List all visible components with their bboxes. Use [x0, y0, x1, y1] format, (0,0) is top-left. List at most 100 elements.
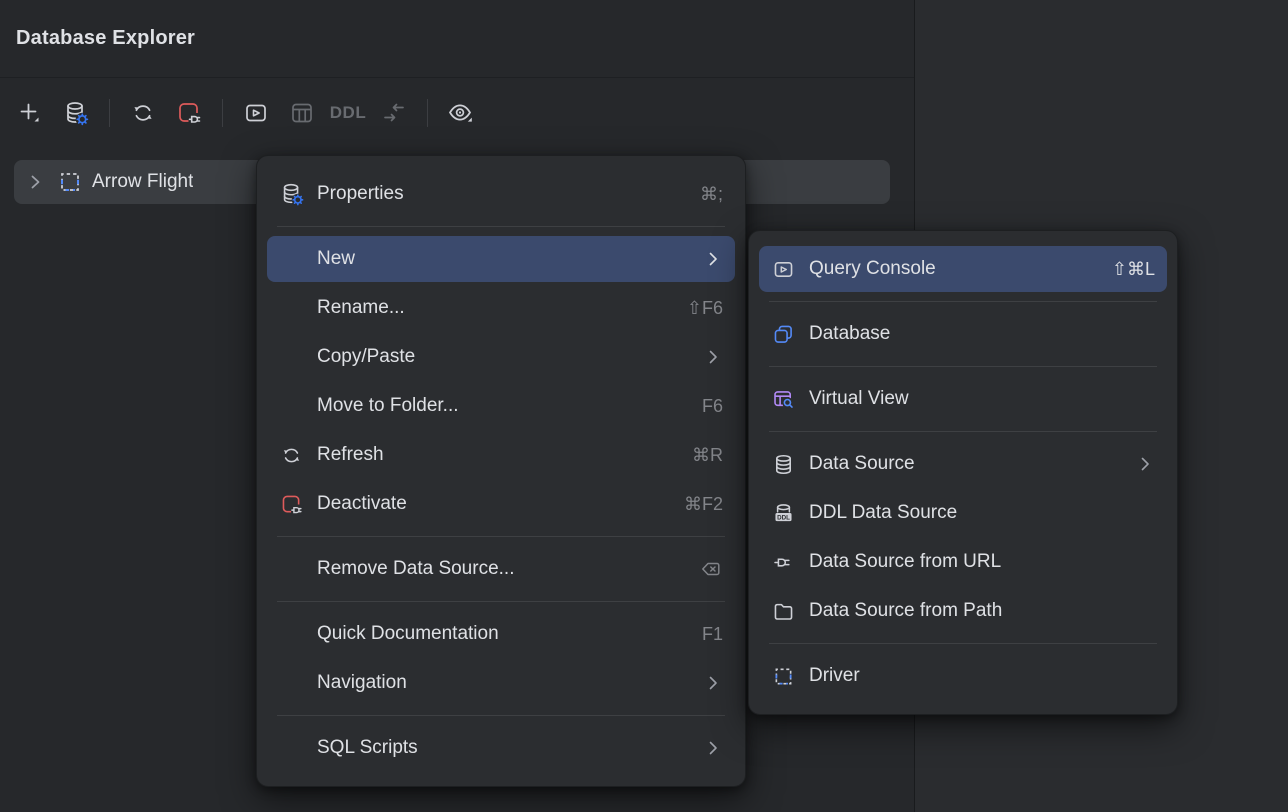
menu-item-label: Remove Data Source...: [317, 558, 691, 580]
menu-shortcut: ⌘R: [692, 445, 723, 466]
delete-forward-icon: [699, 557, 723, 581]
submenu-arrow-icon: [703, 249, 723, 269]
menu-item-label: Move to Folder...: [317, 395, 694, 417]
refresh-button[interactable]: [123, 95, 163, 131]
table-icon: [288, 99, 316, 127]
plus-dropdown-icon: [17, 100, 43, 126]
submenu-item-data-source-from-url[interactable]: Data Source from URL: [759, 539, 1167, 585]
menu-item-properties[interactable]: Properties ⌘;: [267, 171, 735, 217]
deactivate-icon: [175, 99, 203, 127]
menu-shortcut: ⌘F2: [684, 494, 723, 515]
database-gear-icon: [62, 99, 90, 127]
menu-shortcut: ⌘;: [700, 184, 723, 205]
menu-shortcut: ⇧⌘L: [1112, 259, 1155, 280]
menu-item-navigation[interactable]: Navigation: [267, 660, 735, 706]
driver-icon: [56, 168, 84, 196]
menu-shortcut: F1: [702, 624, 723, 645]
refresh-icon: [279, 443, 309, 467]
menu-item-label: SQL Scripts: [317, 737, 695, 759]
menu-item-refresh[interactable]: Refresh ⌘R: [267, 432, 735, 478]
submenu-item-driver[interactable]: Driver: [759, 653, 1167, 699]
deactivate-button[interactable]: [169, 95, 209, 131]
menu-item-label: Data Source from Path: [809, 600, 1155, 622]
menu-separator: [277, 536, 725, 537]
submenu-item-query-console[interactable]: Query Console ⇧⌘L: [759, 246, 1167, 292]
menu-separator: [769, 431, 1157, 432]
menu-separator: [277, 226, 725, 227]
deactivate-icon: [279, 492, 309, 516]
driver-icon: [771, 664, 801, 688]
menu-item-label: Navigation: [317, 672, 695, 694]
plug-icon: [771, 550, 801, 574]
submenu-item-data-source[interactable]: Data Source: [759, 441, 1167, 487]
menu-item-remove-data-source[interactable]: Remove Data Source...: [267, 546, 735, 592]
submenu-item-data-source-from-path[interactable]: Data Source from Path: [759, 588, 1167, 634]
ddl-data-source-icon: DDL: [771, 501, 801, 525]
menu-item-label: Properties: [317, 183, 692, 205]
menu-item-label: Query Console: [809, 258, 1104, 280]
svg-text:DDL: DDL: [777, 514, 790, 521]
tree-item-label: Arrow Flight: [92, 171, 193, 193]
submenu-item-virtual-view[interactable]: Virtual View: [759, 376, 1167, 422]
menu-separator: [277, 601, 725, 602]
swap-arrows-icon: [380, 99, 408, 127]
refresh-icon: [129, 99, 157, 127]
menu-separator: [277, 715, 725, 716]
menu-item-sql-scripts[interactable]: SQL Scripts: [267, 725, 735, 771]
menu-item-label: New: [317, 248, 695, 270]
menu-item-rename[interactable]: Rename... ⇧F6: [267, 285, 735, 331]
menu-item-label: Virtual View: [809, 388, 1155, 410]
query-console-icon: [242, 99, 270, 127]
eye-dropdown-icon: [446, 99, 476, 127]
data-source-properties-button[interactable]: [56, 95, 96, 131]
submenu-arrow-icon: [1135, 454, 1155, 474]
submenu-arrow-icon: [703, 738, 723, 758]
menu-item-label: Driver: [809, 665, 1155, 687]
menu-item-label: Refresh: [317, 444, 684, 466]
menu-shortcut: F6: [702, 396, 723, 417]
query-console-icon: [771, 257, 801, 281]
menu-item-label: Data Source from URL: [809, 551, 1155, 573]
ddl-text-icon: DDL: [330, 103, 366, 123]
menu-item-new[interactable]: New: [267, 236, 735, 282]
context-menu: Properties ⌘; New Rename... ⇧F6 Copy/Pas…: [256, 155, 746, 787]
menu-item-label: Database: [809, 323, 1155, 345]
menu-item-label: Quick Documentation: [317, 623, 694, 645]
toolbar-separator: [222, 99, 223, 127]
toolbar: DDL: [0, 78, 914, 148]
menu-item-copy-paste[interactable]: Copy/Paste: [267, 334, 735, 380]
menu-separator: [769, 301, 1157, 302]
compare-ddl-button: [374, 95, 414, 131]
submenu-item-database[interactable]: Database: [759, 311, 1167, 357]
submenu-item-ddl-data-source[interactable]: DDL DDL Data Source: [759, 490, 1167, 536]
menu-item-label: Data Source: [809, 453, 1127, 475]
page-title: Database Explorer: [16, 27, 195, 50]
menu-item-quick-documentation[interactable]: Quick Documentation F1: [267, 611, 735, 657]
virtual-view-icon: [771, 387, 801, 411]
new-submenu: Query Console ⇧⌘L Database Virtual View: [748, 230, 1178, 715]
toolbar-separator: [427, 99, 428, 127]
add-button[interactable]: [10, 95, 50, 131]
menu-separator: [769, 643, 1157, 644]
toolbar-separator: [109, 99, 110, 127]
generate-ddl-button: DDL: [328, 95, 368, 131]
database-icon: [771, 322, 801, 346]
open-table-button: [282, 95, 322, 131]
menu-item-label: Deactivate: [317, 493, 676, 515]
tool-window-header: Database Explorer: [0, 0, 914, 78]
menu-item-label: Copy/Paste: [317, 346, 695, 368]
menu-item-label: DDL Data Source: [809, 502, 1155, 524]
menu-item-deactivate[interactable]: Deactivate ⌘F2: [267, 481, 735, 527]
data-source-icon: [771, 452, 801, 476]
folder-icon: [771, 599, 801, 623]
jump-to-query-console-button[interactable]: [236, 95, 276, 131]
chevron-right-icon[interactable]: [22, 169, 48, 195]
menu-separator: [769, 366, 1157, 367]
menu-shortcut: ⇧F6: [687, 298, 723, 319]
view-options-button[interactable]: [441, 95, 481, 131]
menu-item-move-to-folder[interactable]: Move to Folder... F6: [267, 383, 735, 429]
menu-item-label: Rename...: [317, 297, 679, 319]
submenu-arrow-icon: [703, 347, 723, 367]
submenu-arrow-icon: [703, 673, 723, 693]
data-source-properties-icon: [279, 182, 309, 206]
